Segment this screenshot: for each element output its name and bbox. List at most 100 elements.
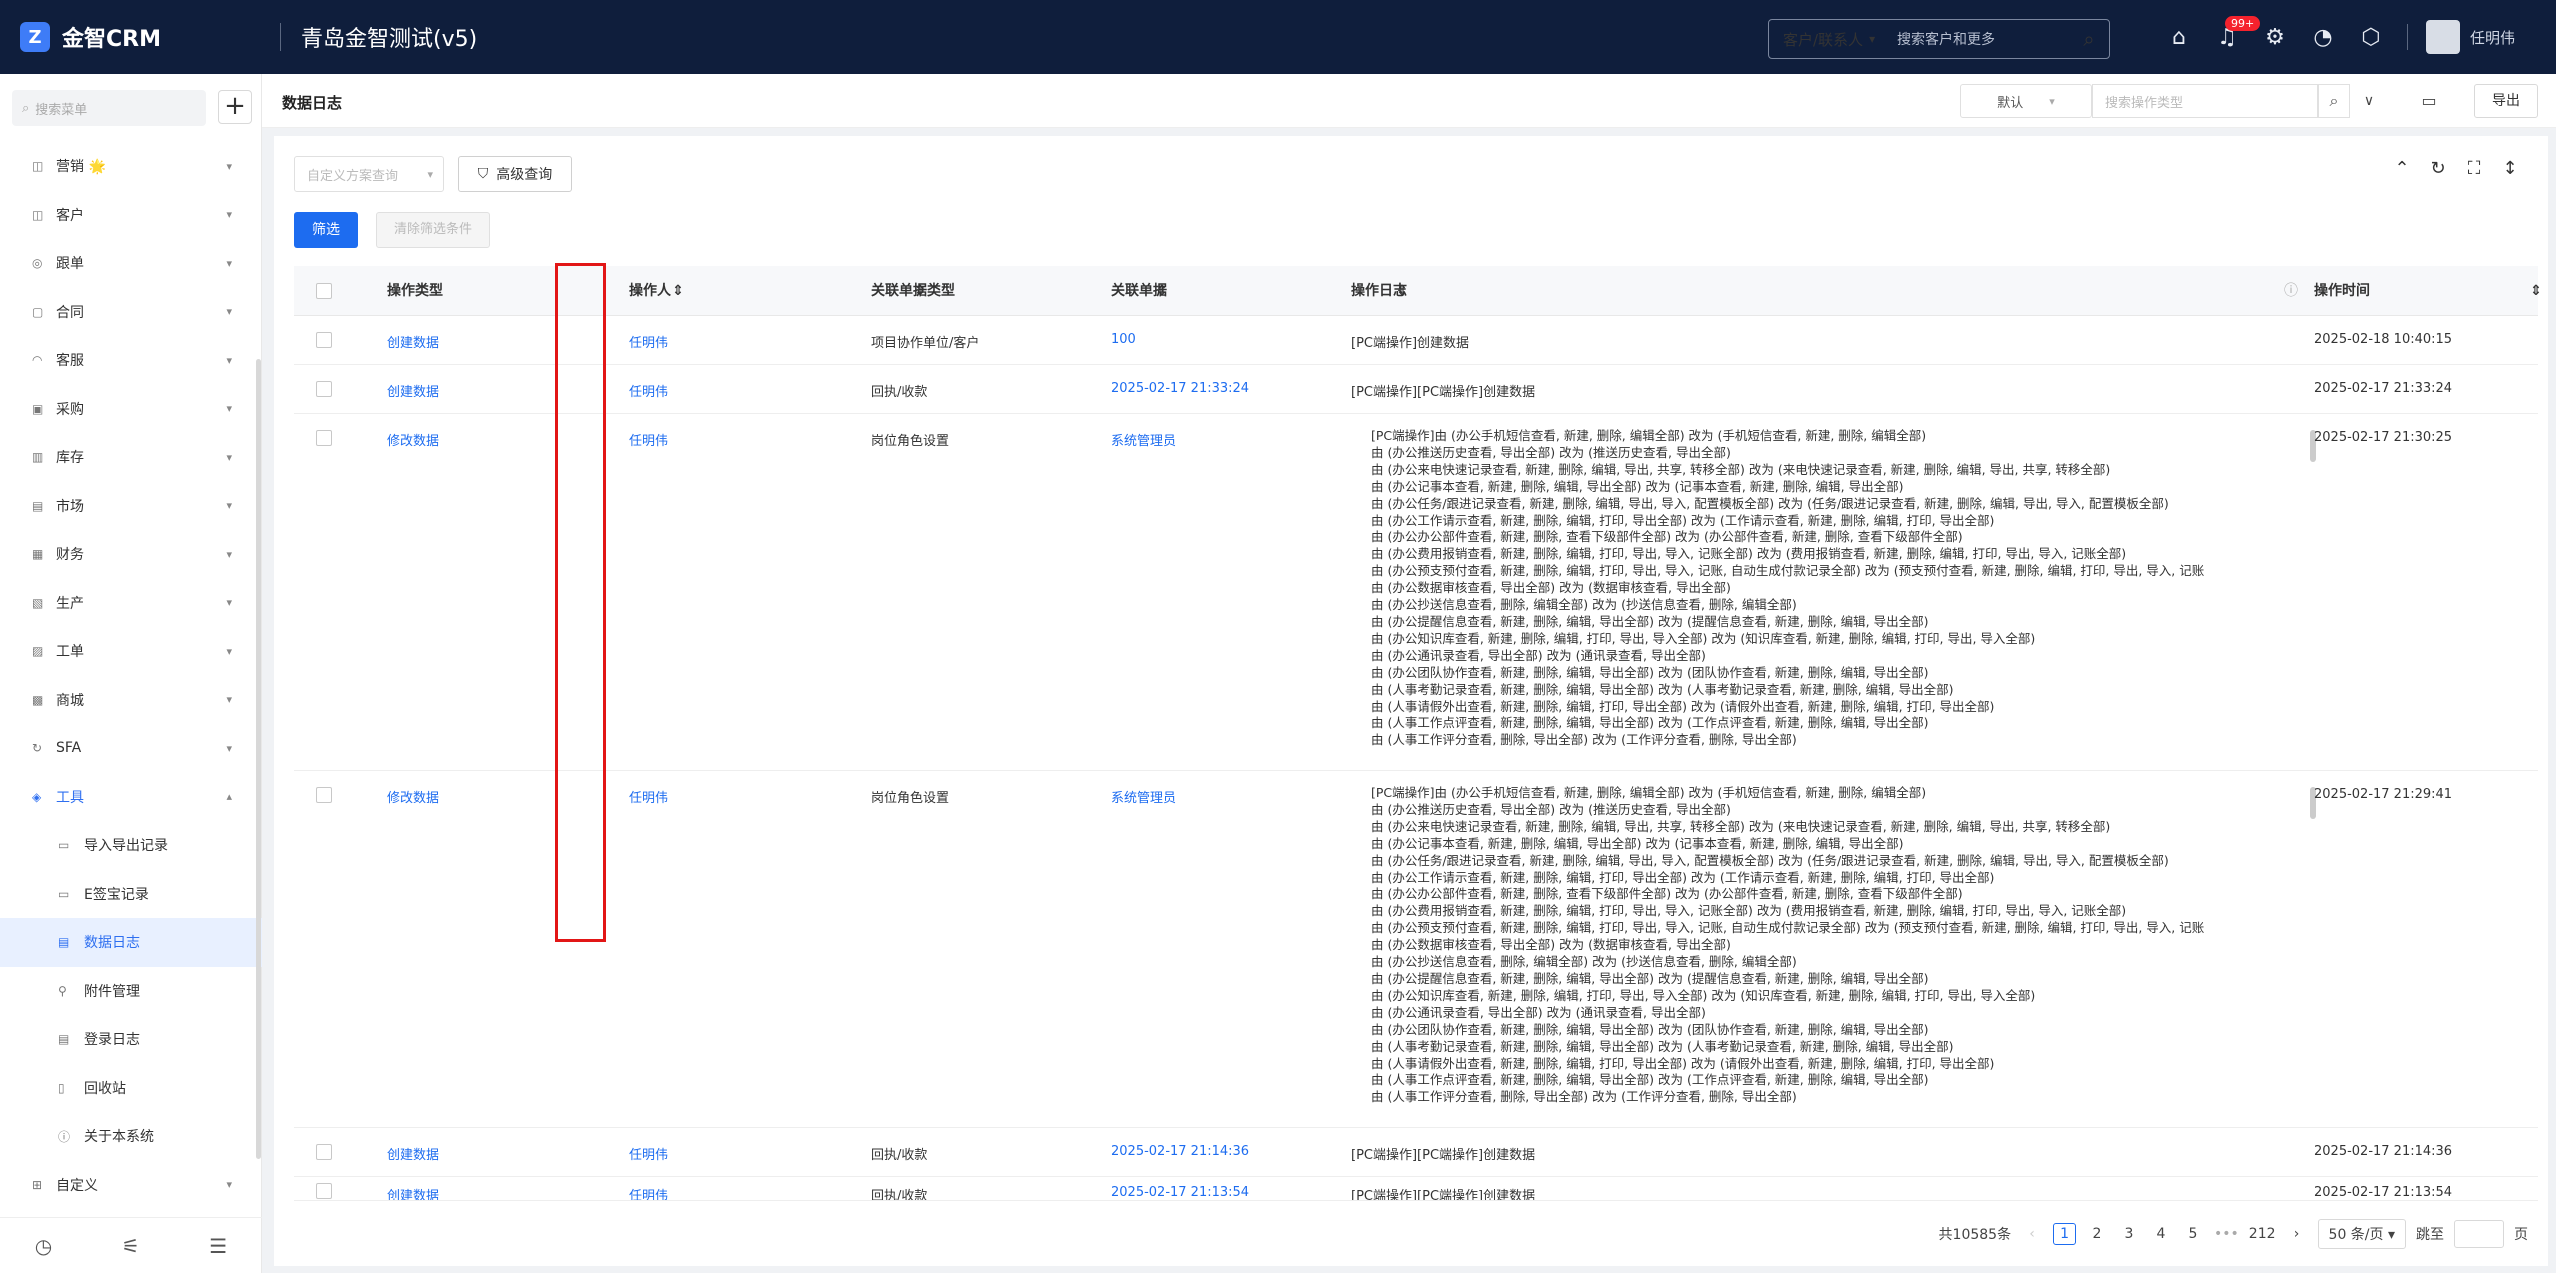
sidebar-item-customer[interactable]: ◫ 客户 ▾	[0, 191, 262, 240]
sliders-icon[interactable]: ⚟	[122, 1234, 140, 1258]
sidebar-subitem-data-log[interactable]: ▤ 数据日志	[0, 918, 262, 967]
operator-link[interactable]: 任明伟	[629, 787, 668, 806]
stats-icon[interactable]: ◔	[2299, 20, 2347, 54]
sidebar-subitem-esign[interactable]: ▭ E签宝记录	[0, 870, 262, 919]
sidebar-item-production[interactable]: ▧ 生产 ▾	[0, 579, 262, 628]
page-5[interactable]: 5	[2182, 1226, 2204, 1242]
col-operator[interactable]: 操作人	[629, 266, 671, 316]
col-log[interactable]: 操作日志	[1351, 266, 1407, 316]
fullscreen-icon[interactable]: ⛶	[2456, 158, 2492, 179]
scheme-query-select[interactable]: 自定义方案查询 ▾	[294, 156, 444, 192]
table-row[interactable]: 创建数据 任明伟 回执/收款 2025-02-17 21:14:36 [PC端操…	[294, 1128, 2538, 1177]
search-type-select[interactable]: 客户/联系人 ▾	[1769, 29, 1897, 50]
sidebar-item-finance[interactable]: ▦ 财务 ▾	[0, 530, 262, 579]
row-checkbox[interactable]	[316, 430, 332, 446]
table-row[interactable]: 创建数据 任明伟 项目协作单位/客户 100 [PC端操作]创建数据 2025-…	[294, 316, 2538, 365]
sidebar-item-contract[interactable]: ▢ 合同 ▾	[0, 288, 262, 337]
advanced-query-button[interactable]: ⛉ 高级查询	[458, 156, 572, 192]
table-row[interactable]: 创建数据 任明伟 回执/收款 2025-02-17 21:13:54 [PC端操…	[294, 1177, 2538, 1201]
help-icon[interactable]: ⓘ	[2284, 266, 2298, 316]
row-checkbox[interactable]	[316, 332, 332, 348]
prev-page-icon[interactable]: ‹	[2021, 1226, 2043, 1242]
chevron-down-icon[interactable]: ∨	[2354, 84, 2384, 118]
operator-link[interactable]: 任明伟	[629, 1144, 668, 1163]
page-4[interactable]: 4	[2150, 1226, 2172, 1242]
global-search-input[interactable]: 搜索客户和更多	[1897, 29, 2069, 49]
operation-type-link[interactable]: 修改数据	[387, 430, 439, 449]
doc-link[interactable]: 系统管理员	[1111, 430, 1176, 449]
page-last[interactable]: 212	[2249, 1226, 2276, 1242]
export-button[interactable]: 导出	[2474, 84, 2538, 118]
sidebar-item-tools[interactable]: ◈ 工具 ▴	[0, 773, 262, 822]
col-doc[interactable]: 关联单据	[1111, 266, 1167, 316]
history-icon[interactable]: ◷	[35, 1234, 52, 1258]
col-operation-type[interactable]: 操作类型	[387, 266, 443, 316]
operation-type-link[interactable]: 创建数据	[387, 1185, 439, 1200]
table-row[interactable]: 修改数据 任明伟 岗位角色设置 系统管理员 [PC端操作]由 (办公手机短信查看…	[294, 414, 2538, 771]
sidebar-subitem-about[interactable]: ⓘ 关于本系统	[0, 1112, 262, 1161]
user-name[interactable]: 任明伟	[2470, 27, 2515, 48]
gear-icon[interactable]: ⚙	[2251, 20, 2299, 54]
default-view-select[interactable]: 默认 ▾	[1960, 84, 2092, 118]
row-checkbox[interactable]	[316, 1144, 332, 1160]
search-icon[interactable]: ⌕	[2069, 27, 2109, 51]
sidebar-item-inventory[interactable]: ▥ 库存 ▾	[0, 433, 262, 482]
doc-link[interactable]: 系统管理员	[1111, 787, 1176, 806]
sidebar-item-workorder[interactable]: ▨ 工单 ▾	[0, 627, 262, 676]
sidebar-item-marketing[interactable]: ◫ 营销 🌟 ▾	[0, 142, 262, 191]
page-size-select[interactable]: 50 条/页 ▾	[2317, 1219, 2406, 1249]
table-row[interactable]: 修改数据 任明伟 岗位角色设置 系统管理员 [PC端操作]由 (办公手机短信查看…	[294, 771, 2538, 1128]
operation-type-link[interactable]: 修改数据	[387, 787, 439, 806]
sidebar-item-mall[interactable]: ▩ 商城 ▾	[0, 676, 262, 725]
sidebar-item-market[interactable]: ▤ 市场 ▾	[0, 482, 262, 531]
row-checkbox[interactable]	[316, 381, 332, 397]
operator-link[interactable]: 任明伟	[629, 332, 668, 351]
operation-type-link[interactable]: 创建数据	[387, 332, 439, 351]
page-1[interactable]: 1	[2053, 1223, 2077, 1245]
cube-icon[interactable]: ⬡	[2347, 20, 2395, 54]
sidebar-subitem-attachment[interactable]: ⚲ 附件管理	[0, 967, 262, 1016]
menu-search-input[interactable]: ⌕ 搜索菜单	[12, 90, 206, 126]
print-icon[interactable]: ▭	[2412, 84, 2446, 118]
operator-link[interactable]: 任明伟	[629, 430, 668, 449]
table-row[interactable]: 创建数据 任明伟 回执/收款 2025-02-17 21:33:24 [PC端操…	[294, 365, 2538, 414]
app-logo[interactable]: Z 金智CRM	[20, 21, 250, 53]
operator-link[interactable]: 任明伟	[629, 381, 668, 400]
collapse-up-icon[interactable]: ⌃	[2384, 158, 2420, 179]
doc-link[interactable]: 2025-02-17 21:13:54	[1111, 1185, 1249, 1200]
company-name[interactable]: 青岛金智测试(v5)	[301, 21, 477, 53]
sidebar-subitem-login-log[interactable]: ▤ 登录日志	[0, 1015, 262, 1064]
select-all-checkbox[interactable]	[316, 283, 332, 299]
sort-icon[interactable]: ⇕	[672, 266, 684, 316]
clear-filter-button[interactable]: 清除筛选条件	[376, 212, 490, 248]
search-icon[interactable]: ⌕	[2318, 84, 2350, 118]
page-ellipsis[interactable]: •••	[2214, 1226, 2239, 1242]
page-3[interactable]: 3	[2118, 1226, 2140, 1242]
add-button[interactable]: +	[218, 90, 252, 124]
service-icon[interactable]: ⌂	[2155, 20, 2203, 54]
col-doc-type[interactable]: 关联单据类型	[871, 266, 955, 316]
row-checkbox[interactable]	[316, 1183, 332, 1199]
operator-link[interactable]: 任明伟	[629, 1185, 668, 1200]
operation-type-link[interactable]: 创建数据	[387, 1144, 439, 1163]
col-time[interactable]: 操作时间	[2314, 266, 2370, 316]
avatar[interactable]	[2426, 20, 2460, 54]
sidebar-subitem-import-export[interactable]: ▭ 导入导出记录	[0, 821, 262, 870]
filter-button[interactable]: 筛选	[294, 212, 358, 248]
row-checkbox[interactable]	[316, 787, 332, 803]
next-page-icon[interactable]: ›	[2286, 1226, 2308, 1242]
doc-link[interactable]: 2025-02-17 21:14:36	[1111, 1144, 1249, 1159]
operation-type-link[interactable]: 创建数据	[387, 381, 439, 400]
page-2[interactable]: 2	[2086, 1226, 2108, 1242]
jump-page-input[interactable]	[2454, 1220, 2504, 1248]
sidebar-item-sfa[interactable]: ↻ SFA ▾	[0, 724, 262, 773]
refresh-icon[interactable]: ↻	[2420, 158, 2456, 179]
doc-link[interactable]: 100	[1111, 332, 1136, 347]
doc-link[interactable]: 2025-02-17 21:33:24	[1111, 381, 1249, 396]
sidebar-subitem-recycle[interactable]: ▯ 回收站	[0, 1064, 262, 1113]
operation-type-search-input[interactable]: 搜索操作类型	[2092, 84, 2318, 118]
row-height-icon[interactable]: ↕	[2492, 158, 2528, 179]
sidebar-item-purchase[interactable]: ▣ 采购 ▾	[0, 385, 262, 434]
sidebar-item-service[interactable]: ◠ 客服 ▾	[0, 336, 262, 385]
sort-icon[interactable]: ⇕	[2530, 266, 2542, 316]
